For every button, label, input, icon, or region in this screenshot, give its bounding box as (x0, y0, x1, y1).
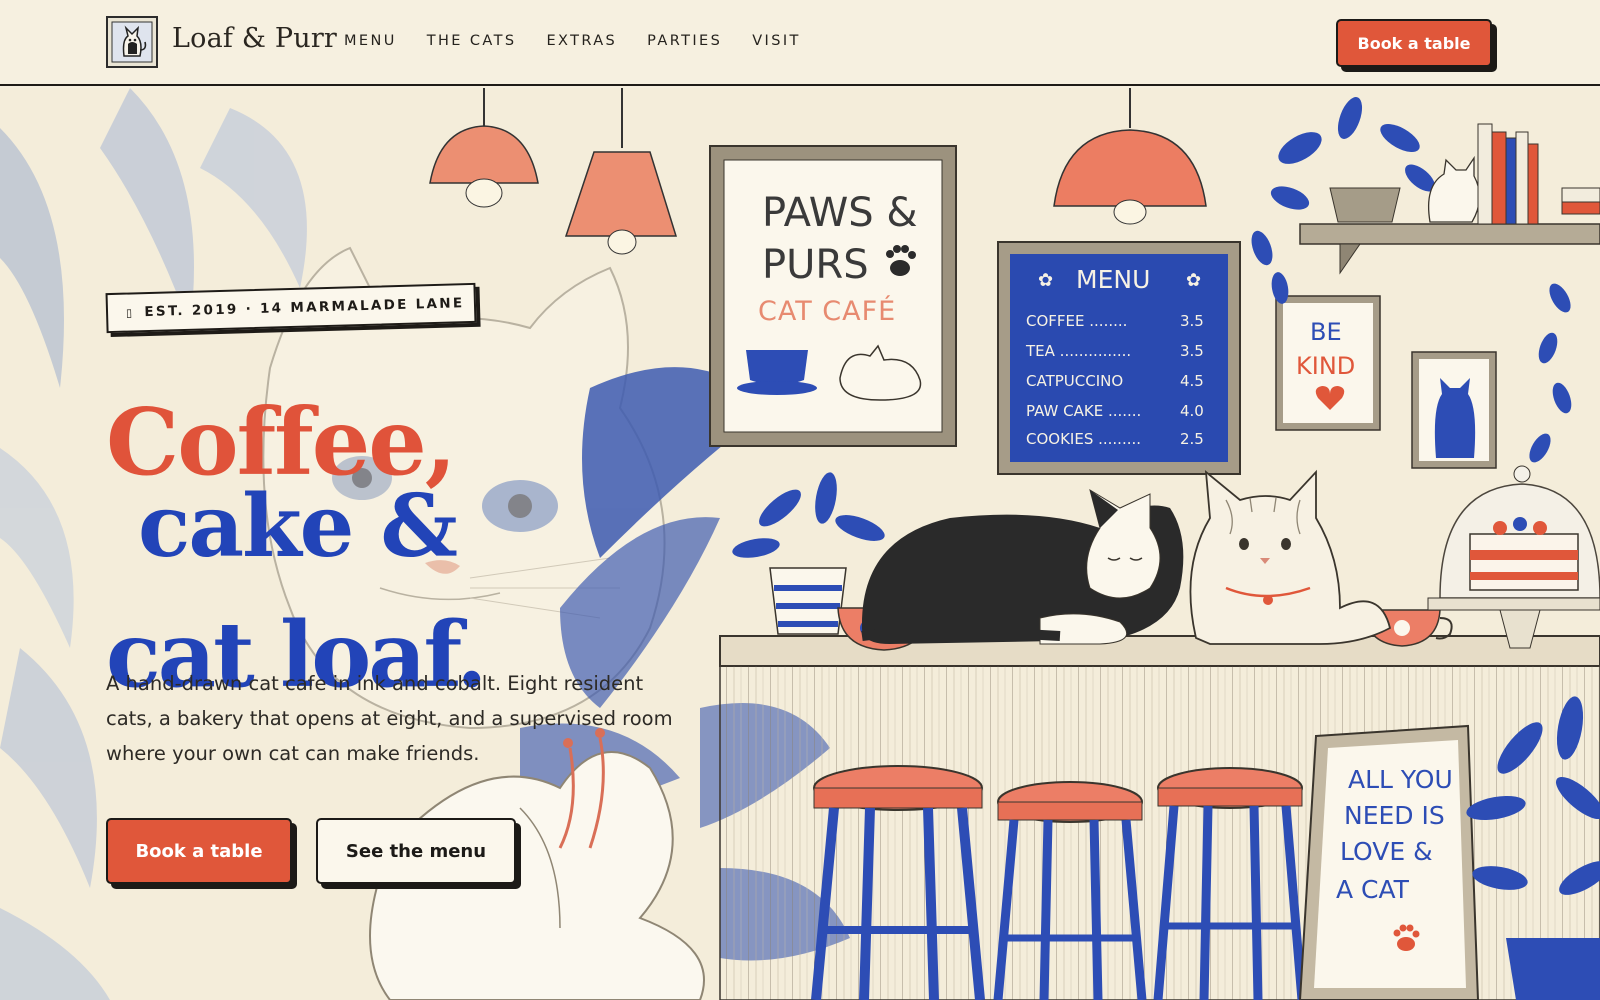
menu-board-price-5: 2.5 (1180, 430, 1204, 448)
menu-board-price-3: 4.5 (1180, 372, 1204, 390)
main-nav: MENU THE CATS EXTRAS PARTIES VISIT (344, 33, 831, 49)
nav-visit[interactable]: VISIT (752, 33, 801, 49)
be-kind-line-2: KIND (1296, 352, 1355, 380)
menu-board-item-2: TEA ............... (1025, 342, 1131, 360)
badge-text: EST. 2019 · 14 MARMALADE LANE (144, 295, 465, 321)
easel-line-4: A CAT (1336, 875, 1410, 904)
menu-board-price-2: 3.5 (1180, 342, 1204, 360)
brand-name[interactable]: Loaf & Purr (172, 23, 337, 54)
menu-board-price-4: 4.0 (1180, 402, 1204, 420)
nav-menu[interactable]: MENU (344, 33, 397, 49)
nav-parties[interactable]: PARTIES (647, 33, 722, 49)
svg-text:✿: ✿ (1038, 270, 1053, 291)
easel-line-1: ALL YOU (1348, 765, 1453, 794)
nav-extras[interactable]: EXTRAS (546, 33, 617, 49)
menu-board-item-4: PAW CAKE ....... (1026, 402, 1141, 420)
headline-line-2: cake & (138, 476, 458, 577)
hero-description: A hand-drawn cat cafe in ink and cobalt.… (106, 672, 673, 765)
sign-line-3: CAT CAFÉ (758, 295, 896, 327)
hero: PAWS & PURS CAT CAFÉ MENU ✿ ✿ COFFEE ...… (0, 88, 1600, 1000)
book-table-header-button[interactable]: Book a table (1336, 19, 1492, 67)
menu-board-price-1: 3.5 (1180, 312, 1204, 330)
book-table-button[interactable]: Book a table (106, 818, 292, 884)
site-header: Loaf & Purr MENU THE CATS EXTRAS PARTIES… (0, 0, 1600, 86)
easel-line-2: NEED IS (1344, 801, 1445, 830)
pin-icon: ▯ (125, 305, 135, 320)
menu-board-item-5: COOKIES ......... (1026, 430, 1141, 448)
see-menu-button[interactable]: See the menu (316, 818, 516, 884)
svg-text:✿: ✿ (1186, 270, 1201, 291)
headline-line-1: Coffee, (106, 388, 457, 496)
sign-line-2: PURS (762, 242, 869, 288)
menu-board-item-1: COFFEE ........ (1026, 312, 1127, 330)
menu-board-item-3: CATPUCCINO (1026, 372, 1123, 390)
menu-board-title: MENU (1076, 265, 1150, 294)
nav-the-cats[interactable]: THE CATS (427, 33, 517, 49)
logo-cat-icon[interactable] (106, 16, 158, 68)
easel-line-3: LOVE & (1340, 837, 1433, 866)
sign-line-1: PAWS & (762, 190, 918, 236)
be-kind-line-1: BE (1310, 318, 1342, 346)
